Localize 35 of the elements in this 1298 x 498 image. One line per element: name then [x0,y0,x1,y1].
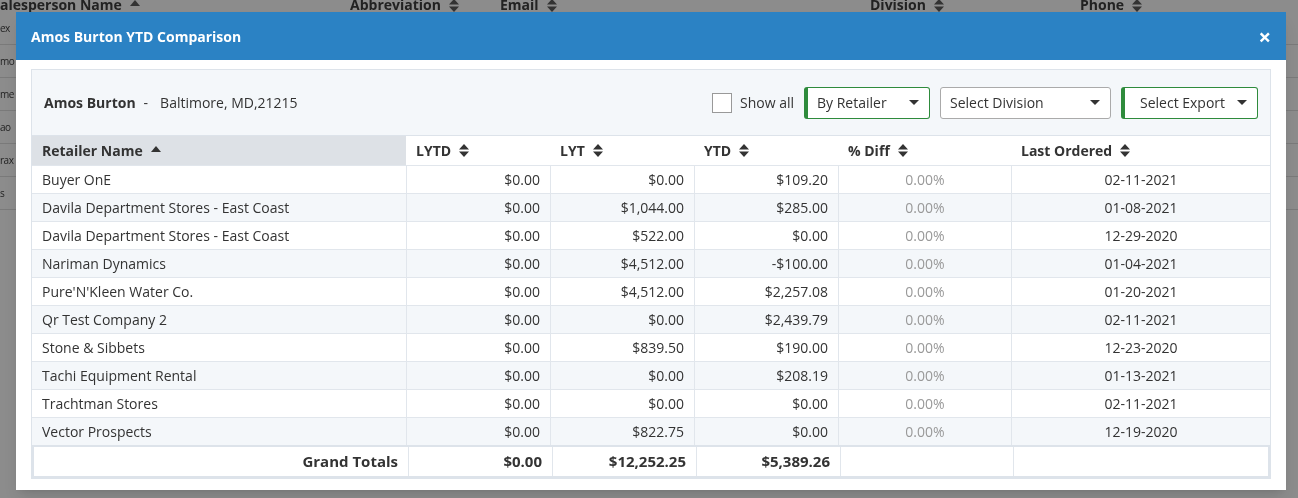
background-column-header[interactable]: Division [870,0,1080,12]
table-cell: $822.75 [550,418,694,445]
person-location: Baltimore, MD,21215 [160,92,298,113]
dropdown-select[interactable]: Select Export [1121,86,1258,119]
table-cell-text: Pure'N'Kleen Water Co. [41,281,195,303]
show-all-checkbox[interactable]: Show all [711,92,794,113]
table-cell: $0.00 [406,418,550,445]
separator-text: - [143,92,149,113]
table-cell: $0.00 [694,418,838,445]
person-name: Amos Burton [44,92,136,113]
dropdown-select[interactable]: By Retailer [804,86,930,119]
table-cell-text: Trachtman Stores [41,393,159,415]
dropdown-select[interactable]: Select Division [940,86,1111,119]
background-column-header[interactable]: Phone [1080,0,1298,12]
close-button[interactable]: × [1258,25,1271,47]
caret-icon [1237,100,1247,105]
table-cell: 0.00% [838,418,1011,445]
table-cell-text: Stone & Sibbets [41,337,146,359]
total-cell: $0.00 [503,450,542,473]
table-cell-text: Qr Test Company 2 [41,309,168,331]
checkbox-box[interactable] [711,92,732,113]
modal-title: Amos Burton YTD Comparison [31,25,242,47]
background-column-header[interactable]: Abbreviation [350,0,500,12]
table-cell-text: Davila Department Stores - East Coast [41,225,291,247]
caret-icon [909,100,919,105]
table-cell: 12-19-2020 [1011,418,1270,445]
table-cell-text: Vector Prospects [41,421,153,443]
background-column-header[interactable]: Email [500,0,870,12]
total-cell: $12,252.25 [608,450,686,473]
caret-icon [1090,100,1100,105]
total-cell: $5,389.26 [761,450,830,473]
table-cell-text: Tachi Equipment Rental [41,365,198,387]
table-cell-text: Nariman Dynamics [41,253,167,275]
total-cell: Grand Totals [302,450,398,473]
column-header[interactable]: Retailer Name [32,136,406,165]
